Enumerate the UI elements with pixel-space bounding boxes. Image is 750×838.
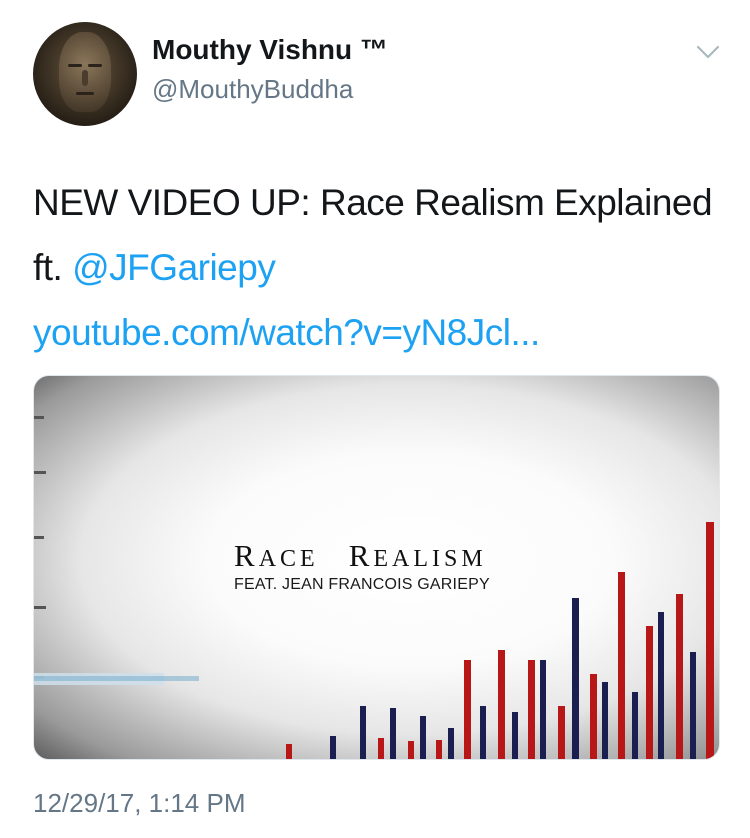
decor-bar bbox=[658, 612, 664, 759]
decor-bar bbox=[420, 716, 426, 759]
tweet-text: NEW VIDEO UP: Race Realism Explained ft.… bbox=[33, 170, 723, 365]
url-link[interactable]: youtube.com/watch?v=yN8Jcl... bbox=[33, 312, 540, 353]
decor-bar bbox=[690, 652, 696, 759]
decor-bar bbox=[676, 594, 683, 759]
decor-bar bbox=[706, 522, 714, 759]
decor-bar bbox=[378, 738, 384, 759]
decor-bar bbox=[498, 650, 505, 759]
video-title: RACE REALISM bbox=[234, 538, 487, 574]
avatar-eye bbox=[88, 64, 102, 67]
decor-bar bbox=[590, 674, 597, 759]
video-card[interactable]: RACE REALISM FEAT. JEAN FRANCOIS GARIEPY bbox=[33, 375, 720, 760]
video-subtitle: FEAT. JEAN FRANCOIS GARIEPY bbox=[234, 576, 490, 593]
avatar[interactable] bbox=[33, 22, 137, 126]
decor-bar bbox=[618, 572, 625, 759]
decor-bar bbox=[480, 706, 486, 759]
decor-bar bbox=[512, 712, 518, 759]
title-initial-r: R bbox=[234, 538, 259, 573]
decor-bar bbox=[632, 692, 638, 759]
title-word-realism: EALISM bbox=[373, 546, 487, 572]
decor-bar bbox=[464, 660, 471, 759]
decor-bar bbox=[330, 736, 336, 759]
decor-bar bbox=[360, 706, 366, 759]
avatar-nose bbox=[82, 70, 88, 86]
decor-bar bbox=[436, 740, 442, 759]
decor-bar bbox=[448, 728, 454, 759]
decor-bar bbox=[528, 660, 535, 759]
decor-bar bbox=[408, 741, 414, 759]
chevron-down-icon[interactable] bbox=[696, 44, 720, 60]
decor-bar bbox=[602, 682, 608, 759]
glitch-streak bbox=[34, 673, 199, 685]
avatar-eye bbox=[68, 64, 82, 67]
left-edge-ticks bbox=[34, 416, 46, 679]
decor-bar bbox=[572, 598, 579, 759]
author-name[interactable]: Mouthy Vishnu ™ bbox=[152, 34, 388, 66]
decor-bar bbox=[286, 744, 292, 759]
decor-bar bbox=[390, 708, 396, 759]
decor-bar bbox=[540, 660, 546, 759]
author-handle[interactable]: @MouthyBuddha bbox=[152, 74, 353, 105]
decor-bar bbox=[646, 626, 653, 759]
tweet-timestamp[interactable]: 12/29/17, 1:14 PM bbox=[33, 788, 245, 819]
mention-link[interactable]: @JFGariepy bbox=[72, 247, 276, 288]
decor-bar bbox=[558, 706, 565, 759]
buddha-face-image bbox=[59, 32, 111, 112]
title-word-race: ACE bbox=[258, 546, 319, 572]
avatar-mouth bbox=[76, 92, 94, 95]
title-initial-r: R bbox=[348, 538, 374, 573]
